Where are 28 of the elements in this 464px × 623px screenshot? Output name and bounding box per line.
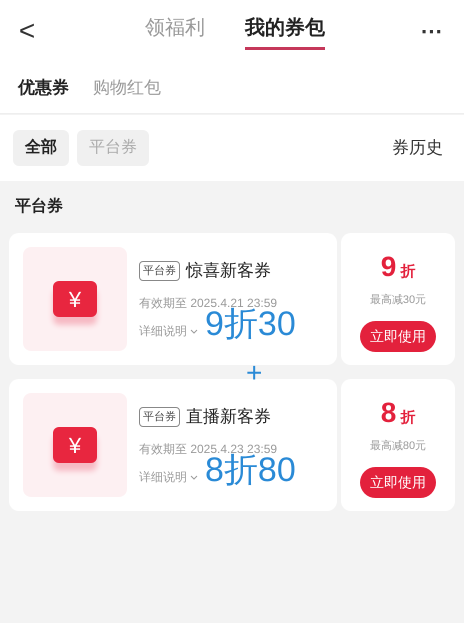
- chevron-down-icon: [190, 328, 198, 335]
- discount-value: 9 折: [380, 250, 416, 284]
- sub-tab[interactable]: 优惠券: [18, 74, 69, 100]
- section-title: 平台券: [14, 196, 64, 217]
- use-now-button[interactable]: 立即使用: [360, 320, 436, 352]
- discount-limit: 最高减80元: [370, 438, 426, 454]
- coupon-name: 惊喜新客券: [186, 260, 271, 282]
- coupon-tag: 平台券: [139, 407, 180, 427]
- yen-icon: ¥: [53, 427, 97, 463]
- nav-tab[interactable]: 我的券包: [245, 12, 325, 50]
- use-now-button[interactable]: 立即使用: [360, 466, 436, 498]
- discount-value: 8 折: [380, 396, 416, 430]
- annotation-text: 8折80: [205, 453, 296, 488]
- details-link[interactable]: 详细说明: [139, 322, 198, 340]
- annotation-text: 9折30: [205, 307, 296, 342]
- filter-chip[interactable]: 全部: [13, 130, 69, 166]
- discount-limit: 最高减30元: [370, 292, 426, 308]
- yen-icon: ¥: [53, 281, 97, 317]
- details-link[interactable]: 详细说明: [139, 468, 198, 486]
- coupon-name: 直播新客券: [186, 406, 271, 428]
- back-button[interactable]: <: [12, 10, 42, 52]
- more-button[interactable]: ···: [412, 14, 452, 48]
- history-link[interactable]: 券历史: [392, 135, 451, 161]
- chevron-down-icon: [190, 474, 198, 481]
- plus-sign: +: [246, 359, 262, 387]
- coupon-tag: 平台券: [139, 261, 180, 281]
- sub-tab[interactable]: 购物红包: [93, 74, 161, 100]
- nav-tab[interactable]: 领福利: [145, 12, 205, 50]
